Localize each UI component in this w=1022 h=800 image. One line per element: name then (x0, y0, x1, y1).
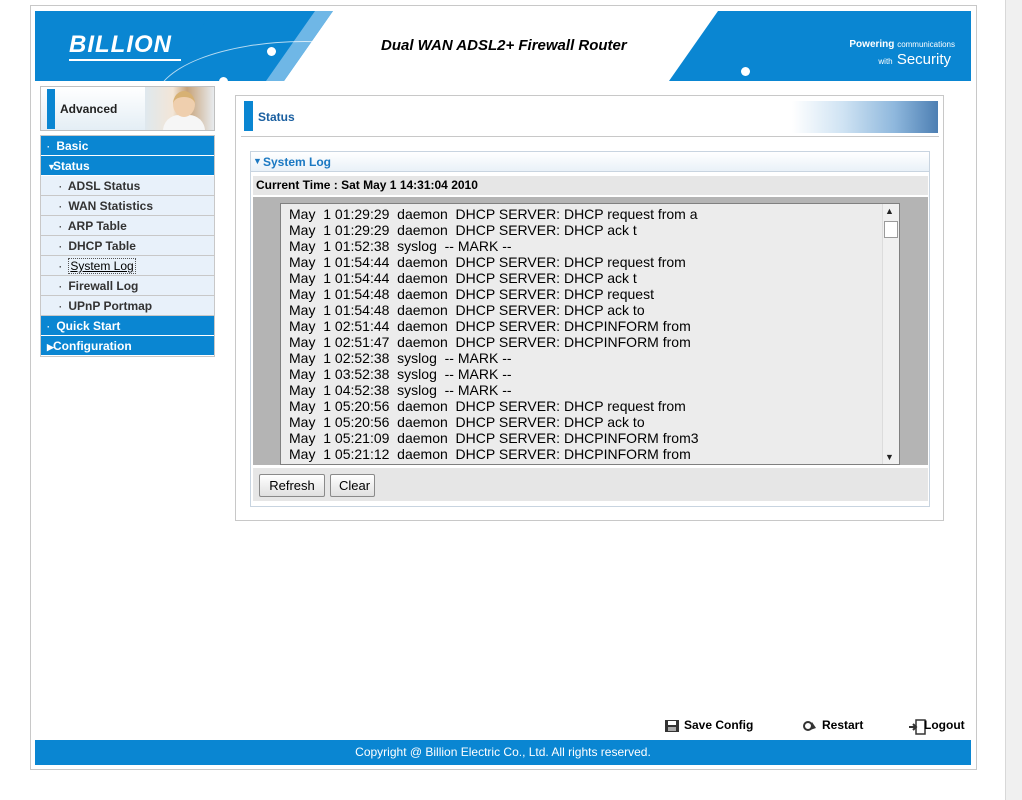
tagline-powering: Powering (849, 39, 895, 50)
router-title: Dual WAN ADSL2+ Firewall Router (381, 37, 627, 54)
log-line: May 1 04:52:38 syslog -- MARK -- (289, 382, 512, 398)
menu-item-label: System Log (68, 258, 136, 274)
panel-title: System Log (263, 155, 332, 169)
log-line: May 1 01:29:29 daemon DHCP SERVER: DHCP … (289, 222, 637, 238)
log-line: May 1 01:54:44 daemon DHCP SERVER: DHCP … (289, 254, 686, 270)
menu-item-label: ADSL Status (67, 179, 141, 193)
menu-basic[interactable]: · Basic (41, 136, 214, 156)
logout-icon (908, 719, 926, 735)
section-divider (241, 136, 939, 137)
menu-item-system-log[interactable]: · System Log (41, 256, 214, 276)
menu-status[interactable]: ▼Status (41, 156, 214, 176)
current-time: Current Time : Sat May 1 14:31:04 2010 (253, 176, 928, 195)
menu-configuration-label: Configuration (53, 339, 132, 353)
log-line: May 1 01:52:38 syslog -- MARK -- (289, 238, 512, 254)
bullet-icon: · (59, 182, 62, 192)
button-row: Refresh Clear (253, 468, 928, 501)
menu-item-arp-table[interactable]: · ARP Table (41, 216, 214, 236)
mode-banner: Advanced (40, 86, 215, 131)
log-area: May 1 01:29:29 daemon DHCP SERVER: DHCP … (253, 197, 928, 465)
scroll-thumb[interactable] (884, 221, 898, 238)
save-config-link[interactable]: Save Config (664, 718, 753, 733)
billion-logo: BILLION (69, 31, 172, 58)
menu-item-label: WAN Statistics (68, 199, 154, 213)
log-scrollbar[interactable]: ▲ ▼ (882, 204, 899, 464)
menu-item-adsl-status[interactable]: · ADSL Status (41, 176, 214, 196)
refresh-button[interactable]: Refresh (259, 474, 325, 497)
log-line: May 1 05:20:56 daemon DHCP SERVER: DHCP … (289, 414, 645, 430)
bullet-icon: · (59, 302, 62, 312)
menu-item-label: ARP Table (67, 219, 127, 233)
triangle-down-icon: ▼ (253, 156, 262, 166)
bullet-icon: · (59, 262, 62, 272)
log-line: May 1 01:54:48 daemon DHCP SERVER: DHCP … (289, 302, 645, 318)
log-line: May 1 01:29:29 daemon DHCP SERVER: DHCP … (289, 206, 698, 222)
menu-quick-start-label: Quick Start (56, 319, 121, 333)
bullet-icon: · (59, 242, 62, 252)
log-line: May 1 02:51:47 daemon DHCP SERVER: DHCPI… (289, 334, 691, 350)
window-scrollbar[interactable] (1005, 0, 1022, 800)
menu-item-label: Firewall Log (68, 279, 139, 293)
logout-label: Logout (924, 718, 965, 732)
restart-label: Restart (822, 718, 864, 732)
tagline-security: Security (896, 51, 951, 68)
bullet-icon: · (47, 322, 50, 332)
menu-item-wan-statistics[interactable]: · WAN Statistics (41, 196, 214, 216)
panel-header: ▼ System Log (251, 152, 929, 172)
system-log-panel: ▼ System Log Current Time : Sat May 1 14… (250, 151, 930, 507)
log-line: May 1 02:51:44 daemon DHCP SERVER: DHCPI… (289, 318, 691, 334)
bullet-icon: · (59, 282, 62, 292)
header-dot (219, 77, 228, 81)
tagline-communications: communications (897, 40, 955, 49)
menu-item-upnp-portmap[interactable]: · UPnP Portmap (41, 296, 214, 316)
tagline-line1: Powering communications (849, 39, 955, 50)
header-dot (741, 67, 750, 76)
log-lines: May 1 01:29:29 daemon DHCP SERVER: DHCP … (289, 206, 879, 462)
menu-quick-start[interactable]: · Quick Start (41, 316, 214, 336)
office-banner-image (792, 101, 938, 133)
menu-item-firewall-log[interactable]: · Firewall Log (41, 276, 214, 296)
log-line: May 1 01:54:48 daemon DHCP SERVER: DHCP … (289, 286, 654, 302)
scroll-down-icon[interactable]: ▼ (885, 452, 894, 462)
menu-configuration[interactable]: ▶Configuration (41, 336, 214, 356)
scroll-up-icon[interactable]: ▲ (885, 206, 894, 216)
sidebar-menu: · Basic ▼Status · ADSL Status · WAN Stat… (40, 135, 215, 357)
log-line: May 1 01:54:44 daemon DHCP SERVER: DHCP … (289, 270, 637, 286)
menu-item-label: DHCP Table (68, 239, 136, 253)
support-photo-body (163, 115, 205, 130)
mode-label: Advanced (60, 102, 118, 116)
bullet-icon: · (47, 142, 50, 152)
save-config-label: Save Config (684, 718, 754, 732)
status-content: Status ▼ System Log Current Time : Sat M… (235, 95, 944, 521)
log-line: May 1 03:52:38 syslog -- MARK -- (289, 366, 512, 382)
menu-status-label: Status (53, 159, 90, 173)
logout-link[interactable]: Logout (908, 718, 965, 735)
copyright-bar: Copyright @ Billion Electric Co., Ltd. A… (35, 740, 971, 765)
support-photo-head (173, 91, 195, 117)
clear-button[interactable]: Clear (330, 474, 375, 497)
restart-icon (802, 719, 818, 733)
section-title: Status (258, 110, 295, 124)
log-line: May 1 05:21:09 daemon DHCP SERVER: DHCPI… (289, 430, 699, 446)
section-marker (244, 101, 253, 131)
log-line: May 1 05:20:56 daemon DHCP SERVER: DHCP … (289, 398, 686, 414)
header-banner: BILLION Dual WAN ADSL2+ Firewall Router … (35, 11, 971, 81)
header-dot (267, 47, 276, 56)
menu-basic-label: Basic (56, 139, 89, 153)
menu-item-dhcp-table[interactable]: · DHCP Table (41, 236, 214, 256)
bullet-icon: · (59, 222, 62, 232)
logo-underline (69, 59, 181, 61)
menu-item-label: UPnP Portmap (68, 299, 153, 313)
log-line: May 1 02:52:38 syslog -- MARK -- (289, 350, 512, 366)
system-log-textarea[interactable]: May 1 01:29:29 daemon DHCP SERVER: DHCP … (280, 203, 900, 465)
mode-banner-bar (47, 89, 55, 129)
bullet-icon: · (59, 202, 62, 212)
save-icon (664, 719, 680, 733)
restart-link[interactable]: Restart (802, 718, 863, 733)
log-line: May 1 05:21:12 daemon DHCP SERVER: DHCPI… (289, 446, 691, 462)
tagline-with: with (878, 57, 893, 66)
tagline-line2: with Security (878, 51, 951, 68)
